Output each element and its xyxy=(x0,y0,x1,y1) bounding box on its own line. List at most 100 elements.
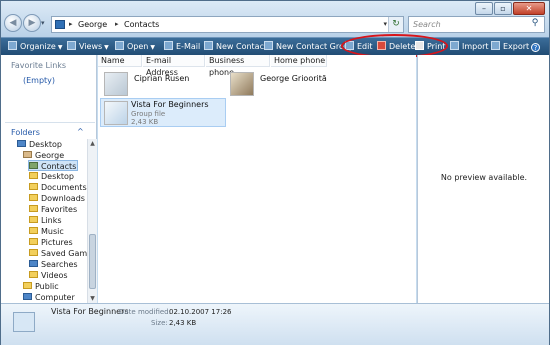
tree-item-contacts[interactable]: Contacts xyxy=(28,160,78,171)
pane-splitter[interactable] xyxy=(5,122,95,123)
size-value: 2,43 KB xyxy=(169,319,197,327)
folder-tree: Desktop George Contacts Desktop Document… xyxy=(1,139,87,303)
export-label: Export xyxy=(503,42,530,51)
scrollbar-thumb[interactable] xyxy=(89,234,96,289)
tree-item-label: Computer xyxy=(35,293,75,302)
column-header-business-phone[interactable]: Business phone xyxy=(206,55,270,77)
tree-item-links[interactable]: Links xyxy=(29,215,62,226)
refresh-button[interactable]: ↻ xyxy=(388,17,403,32)
views-button[interactable]: Views ▼ xyxy=(67,38,109,55)
breadcrumb-george[interactable]: George xyxy=(78,20,107,29)
tree-item-label: Pictures xyxy=(41,238,73,247)
tree-item-label: Downloads xyxy=(41,194,85,203)
tree-item-label: Music xyxy=(41,227,64,236)
tree-item-label: Public xyxy=(35,282,59,291)
tree-item-computer[interactable]: Computer xyxy=(23,292,75,303)
search-box[interactable]: Search ⚲ xyxy=(408,16,545,33)
folder-icon xyxy=(23,282,32,289)
new-group-icon xyxy=(264,41,273,50)
date-modified-label: Date modified: xyxy=(119,308,171,316)
import-icon xyxy=(450,41,459,50)
tree-item-favorites[interactable]: Favorites xyxy=(29,204,77,215)
contact-avatar-icon xyxy=(230,72,254,96)
folder-icon xyxy=(29,194,38,201)
chevron-down-icon: ▼ xyxy=(104,44,109,51)
close-button[interactable]: ✕ xyxy=(513,2,545,15)
magnifier-icon[interactable]: ⚲ xyxy=(528,18,542,31)
import-button[interactable]: Import xyxy=(450,38,489,55)
help-button[interactable]: ? xyxy=(531,38,543,55)
tree-item-label: Videos xyxy=(41,271,68,280)
folder-icon xyxy=(29,183,38,190)
open-button[interactable]: Open ▼ xyxy=(115,38,155,55)
new-contact-button[interactable]: New Contact xyxy=(204,38,267,55)
new-contact-icon xyxy=(204,41,213,50)
column-header-name[interactable]: Name xyxy=(98,55,142,67)
back-arrow-icon: ◀ xyxy=(9,18,17,28)
contact-avatar-icon xyxy=(104,72,128,96)
views-label: Views xyxy=(79,42,103,51)
tree-item-label: George xyxy=(35,151,65,160)
column-header-email[interactable]: E-mail Address xyxy=(143,55,205,77)
column-header-home-phone[interactable]: Home phone xyxy=(271,55,327,67)
contact-group-item[interactable]: Vista For Beginners Group file 2,43 KB xyxy=(100,98,226,127)
tree-item-label: Searches xyxy=(41,260,78,269)
size-label: Size: xyxy=(151,319,168,327)
minimize-button[interactable]: – xyxy=(475,2,493,15)
tree-item-desktop[interactable]: Desktop xyxy=(17,139,62,150)
tree-item-label: Desktop xyxy=(41,172,74,181)
folder-icon xyxy=(29,216,38,223)
back-button[interactable]: ◀ xyxy=(4,14,22,32)
organize-button[interactable]: Organize ▼ xyxy=(8,38,62,55)
export-button[interactable]: Export xyxy=(491,38,529,55)
tree-scrollbar[interactable]: ▲ ▼ xyxy=(87,139,97,303)
tree-item-label: Links xyxy=(41,216,62,225)
breadcrumb-contacts[interactable]: Contacts xyxy=(124,20,159,29)
tree-item-searches[interactable]: Searches xyxy=(29,259,78,270)
tree-item-documents[interactable]: Documents xyxy=(29,182,87,193)
breadcrumb-separator[interactable]: ▸ xyxy=(115,20,119,28)
contact-name: George Grioorită xyxy=(260,74,327,83)
scroll-up-arrow-icon[interactable]: ▲ xyxy=(88,139,97,148)
email-icon xyxy=(164,41,173,50)
contact-item[interactable]: Ciprian Rusen xyxy=(104,72,216,100)
folders-header[interactable]: Folders xyxy=(11,128,40,137)
chevron-up-icon[interactable]: ^ xyxy=(77,127,84,136)
folder-icon xyxy=(29,172,38,179)
address-bar[interactable]: ▸ George ▸ Contacts ▾ ↻ xyxy=(51,16,404,33)
tree-item-pictures[interactable]: Pictures xyxy=(29,237,73,248)
contact-group-icon xyxy=(104,101,128,125)
tree-item-videos[interactable]: Videos xyxy=(29,270,68,281)
address-folder-icon xyxy=(55,20,65,29)
forward-arrow-icon: ▶ xyxy=(28,18,36,28)
tree-item-desktop-sub[interactable]: Desktop xyxy=(29,171,74,182)
email-button[interactable]: E-Mail xyxy=(164,38,200,55)
tree-item-music[interactable]: Music xyxy=(29,226,64,237)
search-input[interactable]: Search xyxy=(413,20,441,29)
email-label: E-Mail xyxy=(176,42,201,51)
maximize-button[interactable]: ▫ xyxy=(494,2,512,15)
folder-icon xyxy=(29,205,38,212)
forward-button[interactable]: ▶ xyxy=(23,14,41,32)
command-toolbar: Organize ▼ Views ▼ Open ▼ E-Mail New Contac… xyxy=(1,37,549,55)
contact-name: Ciprian Rusen xyxy=(134,74,190,83)
views-icon xyxy=(67,41,76,50)
open-label: Open xyxy=(127,42,149,51)
preview-pane: No preview available. xyxy=(417,55,549,303)
breadcrumb-separator[interactable]: ▸ xyxy=(69,20,73,28)
tree-item-saved-games[interactable]: Saved Games xyxy=(29,248,87,259)
import-label: Import xyxy=(462,42,489,51)
open-icon xyxy=(115,41,124,50)
tree-item-downloads[interactable]: Downloads xyxy=(29,193,85,204)
tree-item-public[interactable]: Public xyxy=(23,281,59,292)
scroll-down-arrow-icon[interactable]: ▼ xyxy=(88,294,97,303)
recent-pages-dropdown[interactable]: ▾ xyxy=(41,19,45,27)
user-folder-icon xyxy=(23,151,32,158)
details-pane: Vista For Beginners Date modified: 02.10… xyxy=(1,303,549,345)
contact-group-size: 2,43 KB xyxy=(131,118,159,126)
organize-label: Organize xyxy=(20,42,56,51)
address-dropdown[interactable]: ▾ xyxy=(383,20,387,28)
contact-item[interactable]: George Grioorită xyxy=(230,72,360,100)
tree-item-label: Documents xyxy=(41,183,87,192)
folder-icon xyxy=(29,238,38,245)
